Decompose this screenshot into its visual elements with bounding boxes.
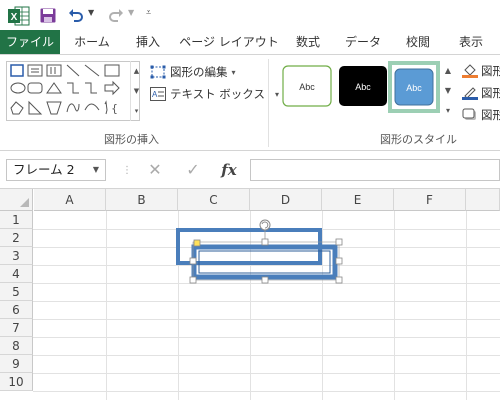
tab-review[interactable]: 校閲 <box>396 30 440 55</box>
resize-handle-left[interactable] <box>189 257 197 265</box>
edit-shape-button[interactable]: 図形の編集 ▾ <box>150 63 236 81</box>
shape-outline-button[interactable]: 図形 <box>462 85 500 101</box>
tab-insert[interactable]: 挿入 <box>124 30 172 55</box>
adjust-handle[interactable] <box>193 239 201 247</box>
chevron-down-icon: ▾ <box>274 89 279 99</box>
text-box-icon: A <box>150 87 166 101</box>
pencil-icon <box>462 87 478 100</box>
styles-more-icon[interactable]: ▾ <box>441 101 455 121</box>
undo-dropdown-icon[interactable]: ▼ <box>88 8 94 17</box>
shape-style-blue-selected[interactable]: Abc <box>388 61 440 113</box>
shape-style-outline-green-preview: Abc <box>282 65 332 107</box>
gallery-down-icon[interactable]: ▼ <box>131 81 142 101</box>
gallery-more-icon[interactable]: ▾ <box>131 101 142 121</box>
svg-text:A: A <box>152 90 158 99</box>
redo-dropdown-icon[interactable]: ▼ <box>128 8 134 17</box>
shape-fill-button[interactable]: 図形 <box>462 63 500 79</box>
shape-style-blue-preview: Abc <box>394 68 434 106</box>
style-text: Abc <box>406 83 422 93</box>
tab-page-layout[interactable]: ページ レイアウト <box>178 30 280 55</box>
tab-data[interactable]: データ <box>336 30 390 55</box>
edit-shape-label: 図形の編集 <box>170 65 228 79</box>
resize-handle-bottom-left[interactable] <box>189 276 197 284</box>
formula-bar-grip-icon: ⋮ <box>122 165 132 176</box>
shape-style-outline-green[interactable]: Abc <box>282 65 332 107</box>
tab-home[interactable]: ホーム <box>66 30 118 55</box>
worksheet-grid[interactable]: A B C D E F 1 2 3 4 5 6 7 8 9 10 <box>0 189 500 400</box>
style-text: Abc <box>355 82 371 92</box>
tab-view[interactable]: 表示 <box>446 30 496 55</box>
edit-shape-icon <box>150 65 166 79</box>
formula-input[interactable] <box>250 159 500 181</box>
styles-up-icon[interactable]: ▲ <box>441 61 455 81</box>
enter-icon[interactable]: ✓ <box>182 160 204 180</box>
shape-style-black[interactable]: Abc <box>338 65 388 107</box>
customize-qat-icon[interactable]: ⩡ <box>146 8 151 18</box>
shape-fill-label: 図形 <box>481 64 500 78</box>
svg-text:X: X <box>11 12 18 23</box>
resize-handle-right[interactable] <box>335 257 343 265</box>
cancel-icon[interactable]: ✕ <box>144 160 166 180</box>
excel-icon[interactable]: X <box>8 6 30 26</box>
text-box-button[interactable]: A テキスト ボックス ▾ <box>150 85 279 103</box>
ribbon-tabs: ファイル ホーム 挿入 ページ レイアウト 数式 データ 校閲 表示 <box>0 30 500 55</box>
gallery-up-icon[interactable]: ▲ <box>131 61 142 81</box>
name-box-value: フレーム 2 <box>13 162 75 177</box>
shapes-layer <box>176 219 343 284</box>
shape-effects-label: 図形 <box>481 108 500 122</box>
resize-handle-top-right[interactable] <box>335 238 343 246</box>
styles-down-icon[interactable]: ▼ <box>441 81 455 101</box>
shape-outline-label: 図形 <box>481 86 500 100</box>
style-text: Abc <box>299 82 315 92</box>
shapes-gallery[interactable]: { <box>6 61 140 121</box>
svg-text:{: { <box>111 102 118 115</box>
resize-handle-bottom-right[interactable] <box>335 276 343 284</box>
shape-effects-button[interactable]: 図形 <box>462 107 500 123</box>
ribbon: { ▲ ▼ ▾ 図形の編集 ▾ A テキスト ボックス ▾ 図形の挿入 Abc … <box>0 55 500 151</box>
tab-formulas[interactable]: 数式 <box>286 30 330 55</box>
shapes-gallery-icons: { <box>10 64 120 115</box>
save-icon[interactable] <box>40 8 56 23</box>
insert-function-icon[interactable]: fx <box>218 160 240 180</box>
undo-icon[interactable] <box>68 7 84 23</box>
shape-effects-icon <box>462 108 476 120</box>
paint-bucket-icon <box>462 64 478 78</box>
resize-handle-top[interactable] <box>261 238 269 246</box>
insert-shapes-group-label: 図形の挿入 <box>104 133 159 146</box>
shape-styles-scroll[interactable]: ▲ ▼ ▾ <box>441 61 455 121</box>
shape-styles-group-label: 図形のスタイル <box>380 133 457 146</box>
resize-handle-bottom[interactable] <box>261 276 269 284</box>
text-box-label: テキスト ボックス <box>170 87 265 101</box>
redo-icon[interactable] <box>108 7 124 23</box>
shapes-gallery-scroll[interactable]: ▲ ▼ ▾ <box>130 61 142 121</box>
tab-file[interactable]: ファイル <box>0 30 60 55</box>
shape-style-black-preview: Abc <box>339 66 387 106</box>
quick-access-toolbar: X ▼ ▼ ⩡ <box>0 0 500 30</box>
formula-bar: フレーム 2 ▼ ⋮ ✕ ✓ fx <box>0 151 500 189</box>
chevron-down-icon[interactable]: ▼ <box>93 160 99 180</box>
name-box[interactable]: フレーム 2 ▼ <box>6 159 106 181</box>
chevron-down-icon: ▾ <box>231 67 236 77</box>
group-separator <box>268 59 269 147</box>
